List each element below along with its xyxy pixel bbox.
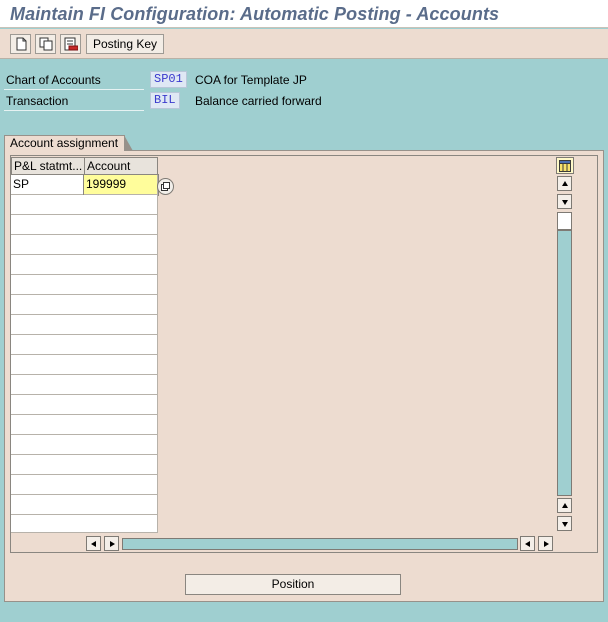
title-bar: Maintain FI Configuration: Automatic Pos… (0, 0, 608, 28)
scroll-right-button[interactable] (104, 536, 119, 551)
triangle-up-icon (561, 180, 568, 186)
triangle-left-icon (524, 540, 530, 547)
account-cell[interactable] (84, 255, 158, 275)
pl-statement-cell[interactable] (11, 395, 85, 415)
account-cell[interactable]: 199999 (83, 174, 159, 196)
transaction-label: Transaction (6, 94, 69, 108)
scroll-down-button[interactable] (557, 516, 572, 531)
value-help-icon (161, 182, 170, 191)
pl-statement-cell[interactable] (11, 215, 85, 235)
account-cell[interactable] (84, 315, 158, 335)
triangle-right-icon (109, 540, 115, 547)
header-fields: Chart of Accounts SP01 COA for Template … (0, 60, 608, 128)
account-cell[interactable] (84, 235, 158, 255)
transaction-row: Transaction BIL Balance carried forward (0, 91, 608, 111)
scroll-left-button[interactable] (86, 536, 101, 551)
pl-statement-cell[interactable] (11, 475, 85, 495)
triangle-down-icon (561, 199, 568, 205)
column-header-account[interactable]: Account (84, 157, 158, 175)
pl-statement-cell[interactable] (11, 335, 85, 355)
chart-of-accounts-description: COA for Template JP (195, 73, 307, 87)
new-entries-icon (16, 37, 26, 51)
pl-statement-cell[interactable] (11, 415, 85, 435)
pl-statement-cell[interactable] (11, 235, 85, 255)
application-toolbar: Posting Key (0, 29, 608, 59)
copy-icon (39, 37, 52, 51)
pl-statement-cell[interactable] (11, 375, 85, 395)
account-cell[interactable] (84, 295, 158, 315)
account-cell[interactable] (84, 355, 158, 375)
new-entries-button[interactable] (10, 34, 31, 54)
chart-of-accounts-row: Chart of Accounts SP01 COA for Template … (0, 70, 608, 90)
scroll-down-page-button[interactable] (557, 194, 572, 209)
account-assignment-tab: Account assignment (4, 135, 134, 151)
pl-statement-cell[interactable] (11, 255, 85, 275)
pl-statement-cell[interactable] (11, 295, 85, 315)
transaction-field[interactable]: BIL (150, 92, 180, 109)
triangle-up-icon (561, 502, 568, 508)
label-underline (4, 110, 144, 111)
account-cell[interactable] (84, 455, 158, 475)
label-underline (4, 89, 144, 90)
scroll-left-end-button[interactable] (520, 536, 535, 551)
vertical-scroll-thumb[interactable] (557, 212, 572, 230)
vertical-scroll-track[interactable] (557, 230, 572, 496)
triangle-left-icon (90, 540, 96, 547)
delete-button[interactable] (60, 34, 81, 54)
account-cell[interactable] (84, 335, 158, 355)
account-cell[interactable] (84, 475, 158, 495)
pl-statement-cell[interactable] (11, 455, 85, 475)
account-cell[interactable] (84, 515, 158, 533)
horizontal-scroll-track[interactable] (122, 538, 518, 550)
pl-statement-cell[interactable] (11, 315, 85, 335)
column-header-pl-statement[interactable]: P&L statmt... (11, 157, 85, 175)
account-cell[interactable] (84, 415, 158, 435)
scroll-up-page-button[interactable] (557, 176, 572, 191)
pl-statement-cell[interactable] (11, 515, 85, 533)
position-button[interactable]: Position (185, 574, 401, 595)
triangle-down-icon (561, 521, 568, 527)
delete-icon (64, 37, 78, 51)
table-settings-icon (559, 159, 571, 172)
table-settings-button[interactable] (556, 157, 574, 174)
scroll-up-button[interactable] (557, 498, 572, 513)
transaction-description: Balance carried forward (195, 94, 322, 108)
account-cell[interactable] (84, 195, 158, 215)
account-cell[interactable] (84, 495, 158, 515)
account-cell[interactable] (84, 395, 158, 415)
account-cell[interactable] (84, 435, 158, 455)
value-help-button[interactable] (157, 178, 174, 195)
chart-of-accounts-field[interactable]: SP01 (150, 71, 187, 88)
account-cell[interactable] (84, 375, 158, 395)
pl-statement-cell[interactable] (11, 355, 85, 375)
copy-as-button[interactable] (35, 34, 56, 54)
pl-statement-cell[interactable]: SP (11, 175, 85, 195)
account-cell[interactable] (84, 275, 158, 295)
chart-of-accounts-label: Chart of Accounts (6, 73, 101, 87)
scroll-right-end-button[interactable] (538, 536, 553, 551)
pl-statement-cell[interactable] (11, 275, 85, 295)
pl-statement-cell[interactable] (11, 195, 85, 215)
pl-statement-cell[interactable] (11, 435, 85, 455)
pl-statement-cell[interactable] (11, 495, 85, 515)
account-cell[interactable] (84, 215, 158, 235)
posting-key-button[interactable]: Posting Key (86, 34, 165, 54)
page-title: Maintain FI Configuration: Automatic Pos… (10, 4, 500, 24)
triangle-right-icon (543, 540, 549, 547)
